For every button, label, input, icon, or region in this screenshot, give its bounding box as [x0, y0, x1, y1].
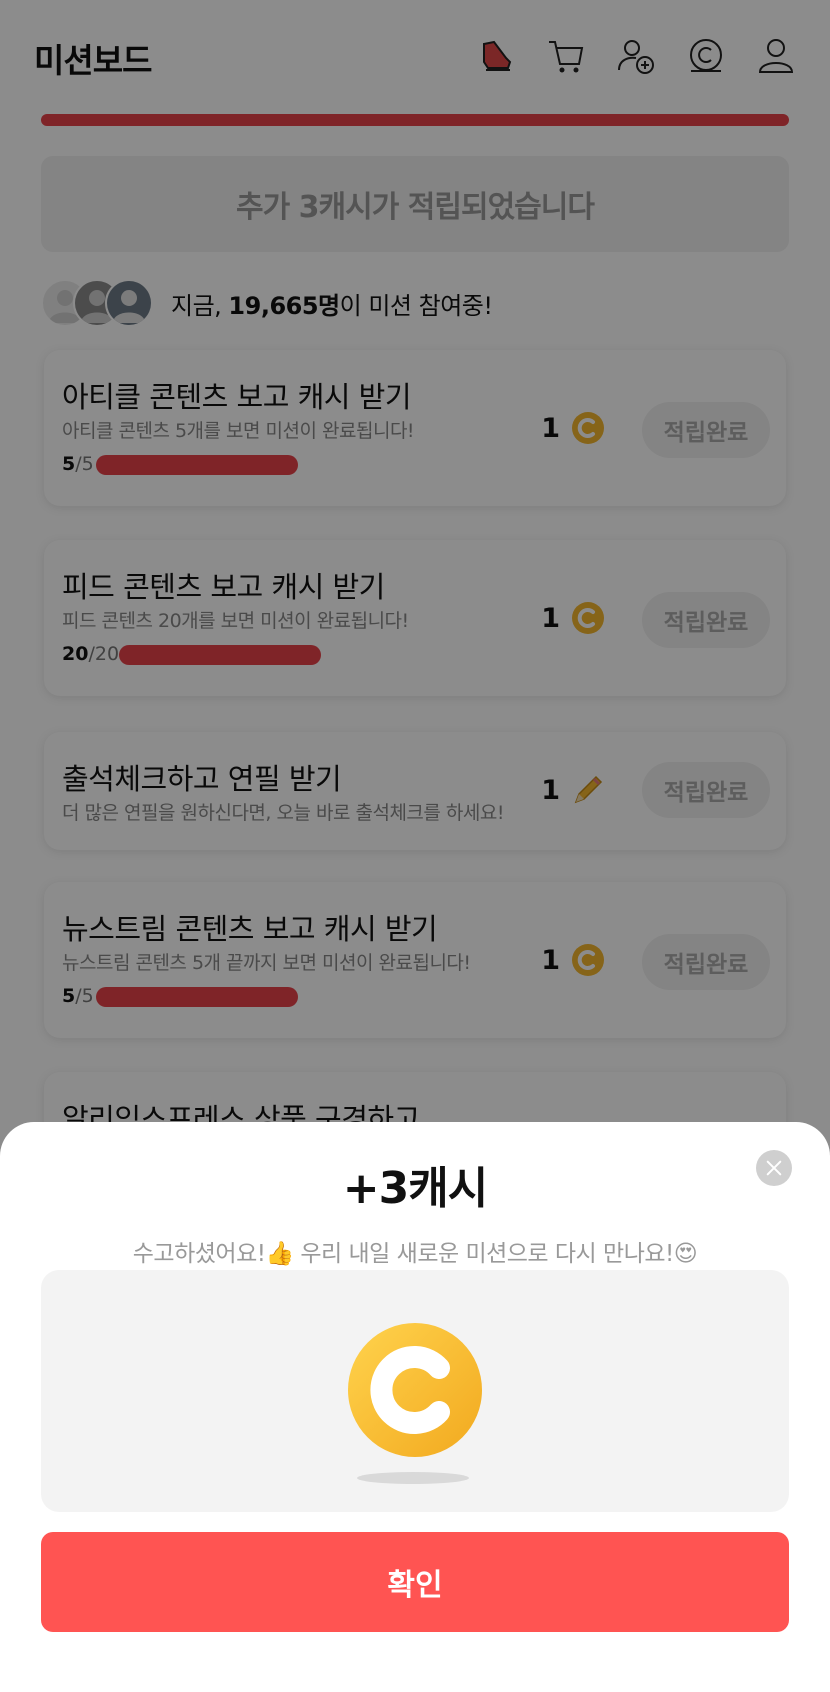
- reward-bottom-sheet: +3캐시 수고하셨어요!👍 우리 내일 새로운 미션으로 다시 만나요!😍 확인: [0, 1122, 830, 1692]
- reward-subtitle: 수고하셨어요!👍 우리 내일 새로운 미션으로 다시 만나요!😍: [132, 1241, 698, 1267]
- cash-coin-icon: [348, 1323, 482, 1457]
- coin-shadow: [357, 1472, 469, 1484]
- reward-title: +3캐시: [342, 1163, 488, 1214]
- confirm-button[interactable]: 확인: [41, 1532, 789, 1632]
- coin-display: [41, 1270, 789, 1512]
- close-icon[interactable]: [756, 1150, 792, 1186]
